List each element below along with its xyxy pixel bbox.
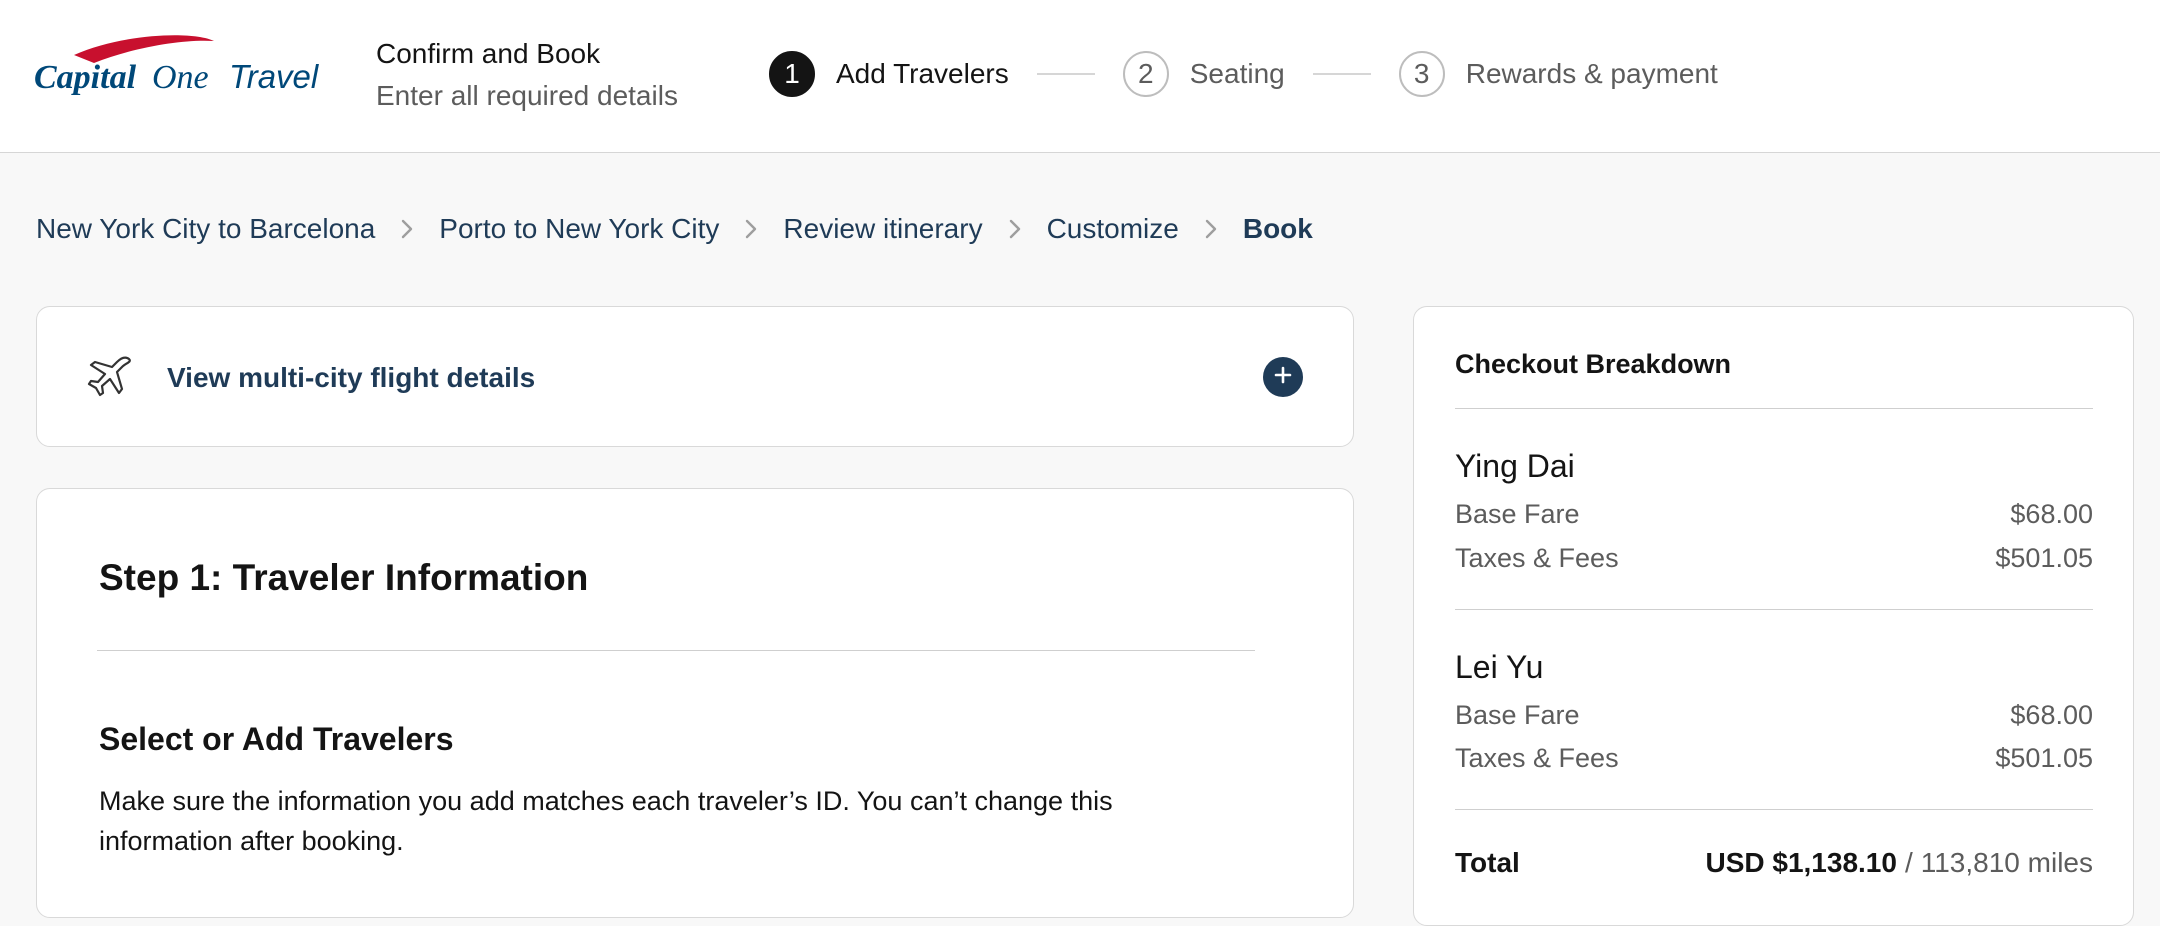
- step-number-1: 1: [769, 51, 815, 97]
- breadcrumb: New York City to Barcelona Porto to New …: [36, 209, 1313, 249]
- base-fare-row: Base Fare $68.00: [1455, 700, 2093, 731]
- taxes-fees-label: Taxes & Fees: [1455, 543, 1619, 573]
- step-label-add-travelers: Add Travelers: [836, 58, 1009, 89]
- airplane-icon: [85, 353, 135, 403]
- plus-icon: [1273, 365, 1293, 390]
- breadcrumb-item-review-itinerary[interactable]: Review itinerary: [783, 213, 982, 245]
- total-row: Total USD $1,138.10/113,810 miles: [1455, 847, 2093, 879]
- chevron-right-icon: [719, 218, 783, 240]
- top-header: Capital One Travel Confirm and Book Ente…: [0, 0, 2160, 153]
- flow-title: Confirm and Book Enter all required deta…: [376, 36, 678, 114]
- traveler-information-card: Step 1: Traveler Information Select or A…: [36, 488, 1354, 918]
- step-connector: [1312, 73, 1371, 75]
- taxes-fees-row: Taxes & Fees $501.05: [1455, 543, 2093, 574]
- flight-details-card[interactable]: View multi-city flight details: [36, 306, 1354, 447]
- taxes-fees-label: Taxes & Fees: [1455, 743, 1619, 773]
- breadcrumb-item-nyc-barcelona[interactable]: New York City to Barcelona: [36, 213, 375, 245]
- breadcrumb-item-customize[interactable]: Customize: [1047, 213, 1179, 245]
- traveler-name: Ying Dai: [1455, 448, 1575, 484]
- section-divider: [1455, 408, 2093, 409]
- chevron-right-icon: [983, 218, 1047, 240]
- traveler-info-description: Make sure the information you add matche…: [99, 786, 1113, 856]
- step-label-rewards-payment: Rewards & payment: [1465, 58, 1718, 89]
- traveler-step-title: Step 1: Traveler Information: [99, 557, 589, 598]
- base-fare-label: Base Fare: [1455, 700, 1580, 730]
- taxes-fees-row: Taxes & Fees $501.05: [1455, 743, 2093, 774]
- section-divider: [97, 650, 1255, 651]
- svg-text:Travel: Travel: [229, 58, 320, 95]
- taxes-fees-value: $501.05: [1995, 543, 2093, 573]
- total-amount: USD $1,138.10: [1705, 847, 1897, 878]
- capital-one-travel-logo[interactable]: Capital One Travel: [34, 33, 324, 103]
- chevron-right-icon: [1179, 218, 1243, 240]
- total-separator: /: [1904, 847, 1913, 878]
- flow-title-heading: Confirm and Book: [376, 38, 601, 69]
- svg-text:Capital: Capital: [34, 59, 137, 96]
- chevron-right-icon: [375, 218, 439, 240]
- total-label: Total: [1455, 847, 1520, 878]
- step-rewards-payment[interactable]: 3 Rewards & payment: [1398, 51, 1718, 97]
- progress-stepper: 1 Add Travelers 2 Seating 3 Rewards & pa…: [769, 50, 1718, 98]
- step-number-3: 3: [1398, 51, 1445, 97]
- view-flight-details-link[interactable]: View multi-city flight details: [167, 362, 535, 394]
- checkout-breakdown-card: Checkout Breakdown Ying Dai Base Fare $6…: [1413, 306, 2134, 926]
- select-travelers-heading: Select or Add Travelers: [99, 721, 454, 757]
- breadcrumb-item-porto-nyc[interactable]: Porto to New York City: [439, 213, 719, 245]
- base-fare-row: Base Fare $68.00: [1455, 499, 2093, 530]
- base-fare-value: $68.00: [2010, 499, 2093, 529]
- total-value: USD $1,138.10/113,810 miles: [1705, 847, 2093, 879]
- checkout-breakdown-title: Checkout Breakdown: [1455, 349, 1732, 379]
- section-divider: [1455, 609, 2093, 610]
- step-number-2: 2: [1122, 51, 1169, 97]
- breadcrumb-item-book: Book: [1242, 213, 1313, 244]
- total-miles: 113,810 miles: [1920, 847, 2093, 878]
- svg-text:One: One: [152, 59, 209, 96]
- step-add-travelers[interactable]: 1 Add Travelers: [769, 51, 1009, 97]
- expand-flight-details-button[interactable]: [1263, 357, 1303, 397]
- taxes-fees-value: $501.05: [1995, 743, 2093, 773]
- step-connector: [1036, 73, 1095, 75]
- step-label-seating: Seating: [1189, 58, 1285, 89]
- traveler-name: Lei Yu: [1455, 649, 1544, 685]
- base-fare-value: $68.00: [2010, 700, 2093, 730]
- step-seating[interactable]: 2 Seating: [1122, 51, 1285, 97]
- section-divider: [1455, 809, 2093, 810]
- base-fare-label: Base Fare: [1455, 499, 1580, 529]
- flow-title-subheading: Enter all required details: [376, 80, 678, 111]
